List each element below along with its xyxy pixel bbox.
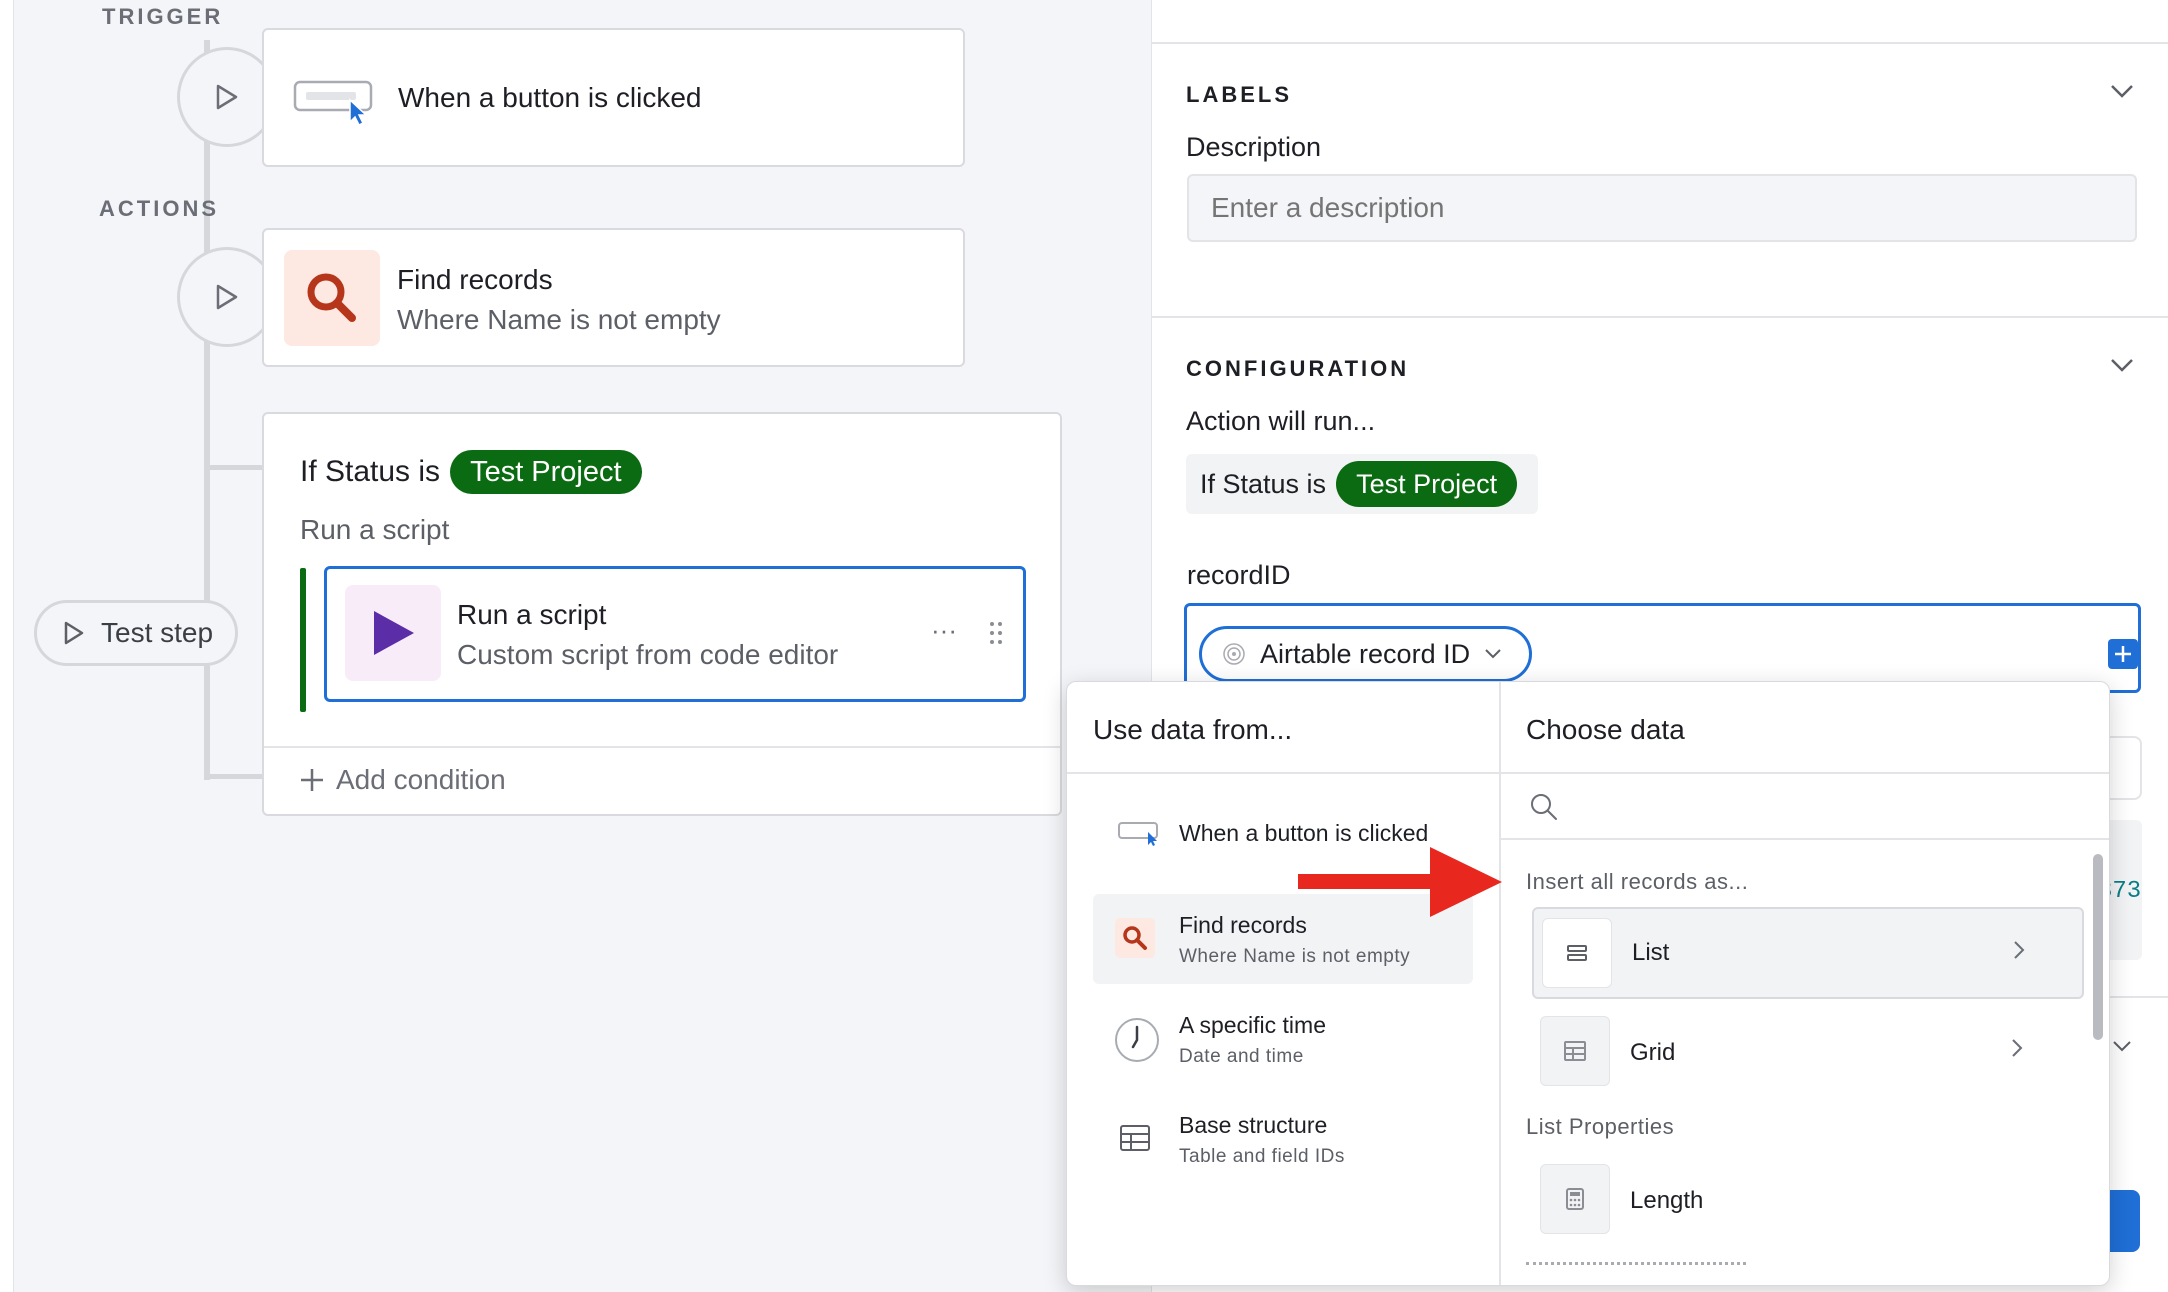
action-will-run-label: Action will run... (1186, 406, 1376, 436)
calculator-icon (1566, 1188, 1584, 1210)
source-title: When a button is clicked (1179, 820, 1429, 846)
data-search-box[interactable] (1501, 774, 2109, 840)
find-icon-tile (1115, 918, 1155, 958)
workflow-canvas: TRIGGER ACTIONS When a button is clicked… (0, 0, 1151, 1292)
source-title: Find records (1179, 912, 1307, 938)
table-icon (1120, 1125, 1150, 1151)
plus-icon (301, 769, 323, 791)
record-id-token-label: Airtable record ID (1260, 638, 1471, 669)
record-id-label: recordID (1187, 560, 1291, 590)
script-title: Run a script (457, 599, 607, 630)
search-icon (1123, 926, 1147, 950)
option-label: List (1632, 939, 1670, 966)
source-subtitle: Table and field IDs (1179, 1146, 1345, 1167)
source-item-specific-time[interactable]: A specific time Date and time (1093, 994, 1473, 1084)
trigger-title: When a button is clicked (398, 82, 702, 113)
grid-icon-box (1540, 1016, 1610, 1086)
find-icon-tile (284, 250, 380, 346)
use-data-from-header: Use data from... (1093, 714, 1293, 745)
data-picker-popover: Use data from... Choose data When a butt… (1066, 681, 2110, 1286)
popover-scrollbar[interactable] (2093, 854, 2103, 1040)
description-label: Description (1186, 132, 1322, 162)
insert-all-label: Insert all records as... (1526, 869, 1749, 894)
run-script-label: Run a script (300, 514, 450, 545)
find-title: Find records (397, 264, 553, 295)
option-label: Length (1630, 1187, 1704, 1214)
status-pill: Test Project (1336, 461, 1518, 507)
button-click-icon (1118, 822, 1158, 846)
find-records-card[interactable]: Find records Where Name is not empty (262, 228, 965, 367)
more-options-button[interactable]: ··· (931, 615, 957, 646)
option-list[interactable]: List (1532, 907, 2084, 999)
play-icon (374, 611, 414, 655)
search-icon (307, 273, 356, 322)
branch-connector-top (204, 465, 264, 470)
chevron-down-icon[interactable] (2112, 1040, 2132, 1052)
source-title: A specific time (1179, 1012, 1326, 1038)
trigger-card[interactable]: When a button is clicked (262, 28, 965, 167)
chevron-down-icon[interactable] (2110, 358, 2134, 372)
chevron-down-icon (1485, 649, 1501, 659)
list-icon (1567, 945, 1587, 961)
option-label: Grid (1630, 1039, 1676, 1066)
find-subtitle: Where Name is not empty (397, 304, 721, 335)
chevron-down-icon[interactable] (2110, 84, 2134, 98)
script-icon-tile (345, 585, 441, 681)
record-id-field[interactable]: Airtable record ID (1184, 603, 2141, 693)
chevron-right-icon (2012, 1039, 2023, 1057)
record-id-token[interactable]: Airtable record ID (1199, 626, 1532, 682)
play-outline-icon (216, 284, 238, 310)
option-grid[interactable]: Grid (1532, 1007, 2084, 1095)
description-input[interactable] (1187, 174, 2137, 242)
data-search-input[interactable] (1571, 784, 2071, 828)
run-script-card[interactable]: Run a script Custom script from code edi… (324, 566, 1026, 702)
configuration-header: CONFIGURATION (1186, 356, 1410, 381)
calculator-icon-box (1540, 1164, 1610, 1234)
option-length[interactable]: Length (1532, 1155, 2084, 1243)
list-icon-box (1542, 918, 1612, 988)
clock-icon (1115, 1018, 1159, 1062)
branch-connector-bottom (204, 774, 264, 779)
source-subtitle: Date and time (1179, 1046, 1304, 1067)
sidebar-edge (0, 0, 14, 1292)
search-icon (1531, 794, 1557, 820)
insert-token-button[interactable] (2108, 639, 2138, 669)
workflow-spine (204, 40, 210, 780)
divider-mid (1152, 316, 2168, 318)
status-prefix: If Status is (1200, 468, 1327, 499)
status-pill: Test Project (450, 450, 642, 494)
labels-header: LABELS (1186, 82, 1292, 107)
play-outline-icon (64, 621, 84, 645)
choose-data-header: Choose data (1526, 714, 1685, 745)
fingerprint-icon (1223, 643, 1245, 665)
grid-icon (1564, 1041, 1586, 1061)
play-outline-icon (216, 84, 238, 110)
button-click-icon (293, 80, 373, 127)
source-title: Base structure (1179, 1112, 1328, 1138)
test-step-label: Test step (101, 617, 214, 648)
plus-icon (2115, 646, 2131, 662)
trigger-label: TRIGGER (102, 4, 224, 29)
divider-top (1152, 42, 2168, 44)
list-properties-label: List Properties (1526, 1114, 1675, 1139)
script-subtitle: Custom script from code editor (457, 639, 839, 670)
clipped-row-hint (1526, 1262, 1746, 1268)
condition-header: If Status is Test Project (300, 450, 642, 494)
annotation-arrow-icon (1298, 847, 1502, 917)
condition-divider (264, 746, 1060, 748)
status-condition-chip: If Status is Test Project (1186, 454, 1538, 514)
source-item-base-structure[interactable]: Base structure Table and field IDs (1093, 1094, 1473, 1184)
branch-bar (300, 568, 306, 712)
actions-label: ACTIONS (99, 196, 219, 221)
condition-card[interactable]: If Status is Test Project Run a script R… (262, 412, 1062, 816)
add-condition-button[interactable]: Add condition (300, 764, 506, 796)
test-step-button[interactable]: Test step (34, 600, 238, 666)
source-subtitle: Where Name is not empty (1179, 946, 1411, 967)
drag-handle-icon[interactable] (989, 621, 1003, 645)
add-condition-label: Add condition (336, 764, 506, 795)
chevron-right-icon (2014, 941, 2025, 959)
condition-prefix: If Status is (300, 455, 441, 488)
